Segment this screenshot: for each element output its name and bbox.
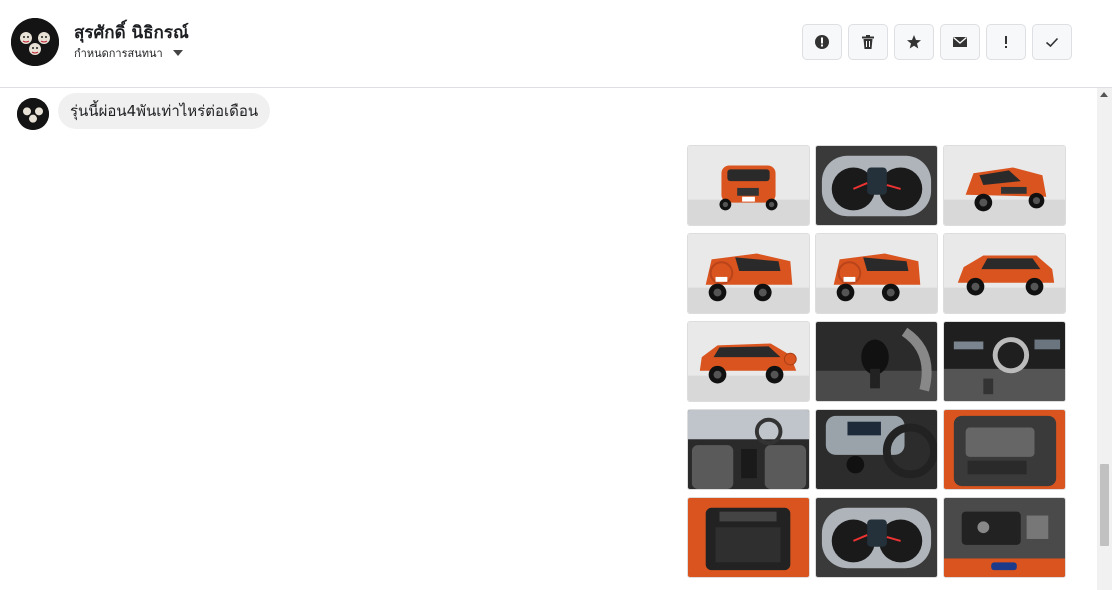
check-icon [1044, 34, 1060, 50]
message-thread: รุ่นนี้ผ่อน4พันเท่าไหร่ต่อเดือน [0, 88, 1097, 590]
scrollbar-thumb[interactable] [1100, 464, 1109, 546]
photo-attachment-13[interactable] [687, 497, 810, 578]
photo-attachment-9[interactable] [943, 321, 1066, 402]
photo-attachment-12[interactable] [943, 409, 1066, 490]
photo-attachment-6[interactable] [943, 233, 1066, 314]
header-actions [802, 24, 1072, 60]
exclamation-icon [1003, 34, 1009, 50]
photo-attachment-11[interactable] [815, 409, 938, 490]
sender-avatar[interactable] [17, 98, 49, 130]
done-button[interactable] [1032, 24, 1072, 60]
photo-attachment-8[interactable] [815, 321, 938, 402]
photo-attachment-3[interactable] [943, 145, 1066, 226]
photo-attachment-15[interactable] [943, 497, 1066, 578]
contact-name[interactable]: สุรศักดิ์ นิธิกรณ์ [74, 19, 189, 46]
conversation-subtitle: กำหนดการสนทนา [74, 47, 163, 60]
photo-attachment-5[interactable] [815, 233, 938, 314]
trash-icon [860, 34, 876, 50]
alert-circle-icon [814, 34, 830, 50]
photo-attachments [687, 145, 1066, 578]
photo-attachment-7[interactable] [687, 321, 810, 402]
photo-attachment-10[interactable] [687, 409, 810, 490]
mark-unread-button[interactable] [940, 24, 980, 60]
delete-button[interactable] [848, 24, 888, 60]
thread-scrollbar[interactable] [1097, 88, 1112, 590]
chevron-down-icon [172, 50, 183, 56]
photo-attachment-14[interactable] [815, 497, 938, 578]
conversation-header: สุรศักดิ์ นิธิกรณ์ กำหนดการสนทนา [0, 0, 1112, 88]
conversation-options[interactable]: กำหนดการสนทนา [74, 44, 183, 62]
star-button[interactable] [894, 24, 934, 60]
photo-attachment-2[interactable] [815, 145, 938, 226]
important-button[interactable] [986, 24, 1026, 60]
contact-avatar[interactable] [11, 18, 59, 66]
envelope-icon [952, 35, 968, 49]
photo-attachment-1[interactable] [687, 145, 810, 226]
spam-button[interactable] [802, 24, 842, 60]
message-bubble[interactable]: รุ่นนี้ผ่อน4พันเท่าไหร่ต่อเดือน [58, 93, 271, 129]
scroll-up-arrow-icon[interactable] [1100, 92, 1108, 97]
photo-attachment-4[interactable] [687, 233, 810, 314]
star-icon [906, 34, 922, 50]
